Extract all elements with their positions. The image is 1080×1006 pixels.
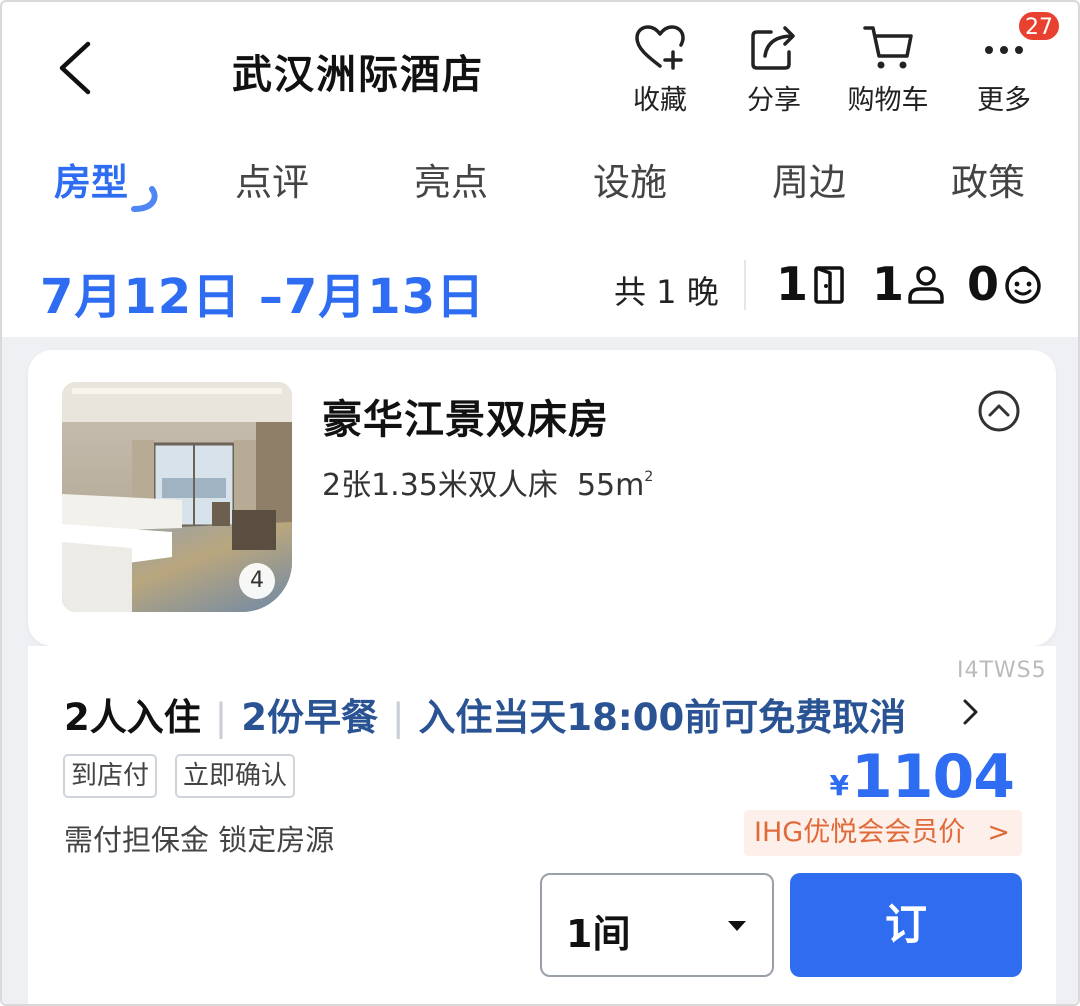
chevron-up-circle-icon xyxy=(978,390,1020,432)
header: 武汉洲际酒店 收藏 分享 购物车 更多 27 xyxy=(2,2,1078,132)
app-frame: 武汉洲际酒店 收藏 分享 购物车 更多 27 房型 点评 亮点 设施 周边 政策… xyxy=(0,0,1080,1006)
room-name: 豪华江景双床房 xyxy=(322,397,609,443)
favorite-label: 收藏 xyxy=(633,85,687,116)
room-area: 55m xyxy=(576,468,645,503)
stay-dates[interactable]: 7月12日 –7月13日 xyxy=(40,257,485,327)
tab-reviews[interactable]: 点评 xyxy=(235,152,309,206)
share-icon xyxy=(751,26,795,70)
tab-nearby[interactable]: 周边 xyxy=(772,152,846,206)
separator: | xyxy=(391,696,405,739)
room-quantity-select[interactable]: 1间 xyxy=(540,873,774,977)
member-price-badge[interactable]: IHG优悦会会员价 > xyxy=(744,810,1022,856)
cart-label: 购物车 xyxy=(847,85,929,116)
tab-policies[interactable]: 政策 xyxy=(951,152,1025,206)
door-icon xyxy=(814,266,844,304)
adult-icon xyxy=(908,266,944,304)
member-price-label: IHG优悦会会员价 xyxy=(754,817,966,848)
bed-info: 2张1.35米双人床 xyxy=(322,468,558,503)
area-unit-superscript: 2 xyxy=(644,469,654,485)
tab-highlights[interactable]: 亮点 xyxy=(414,152,488,206)
chevron-left-icon xyxy=(59,41,91,95)
deposit-note: 需付担保金 锁定房源 xyxy=(64,823,335,857)
separator: | xyxy=(214,696,228,739)
instant-confirm-tag: 立即确认 xyxy=(175,754,296,798)
breakfast-text: 2份早餐 xyxy=(241,696,378,739)
share-label: 分享 xyxy=(747,85,801,116)
collapse-button[interactable] xyxy=(976,388,1022,434)
price-value: 1104 xyxy=(851,742,1015,812)
chevron-right-icon: > xyxy=(987,817,1010,848)
adults-count[interactable]: 1 xyxy=(872,257,904,311)
occupancy-text: 2人入住 xyxy=(64,696,201,739)
nights-count: 共 1 晚 xyxy=(614,273,719,311)
rate-policy[interactable]: 2人入住 | 2份早餐 | 入住当天18:00前可免费取消 xyxy=(64,687,906,741)
child-icon xyxy=(1005,266,1041,304)
share-button[interactable]: 分享 xyxy=(724,24,824,124)
cancellation-text: 入住当天18:00前可免费取消 xyxy=(418,696,907,739)
heart-plus-icon xyxy=(635,25,685,70)
tab-facilities[interactable]: 设施 xyxy=(593,152,667,206)
rate-code: I4TWS5 xyxy=(957,658,1047,683)
quantity-value: 1间 xyxy=(566,912,631,956)
section-tabs: 房型 点评 亮点 设施 周边 政策 xyxy=(2,132,1078,227)
divider xyxy=(744,260,746,310)
chevron-right-icon[interactable] xyxy=(960,697,982,727)
children-count[interactable]: 0 xyxy=(967,257,999,311)
active-tab-indicator xyxy=(131,186,158,212)
cart-icon xyxy=(863,26,913,69)
pay-at-hotel-tag: 到店付 xyxy=(63,754,158,798)
tab-room-types[interactable]: 房型 xyxy=(54,152,128,206)
favorite-button[interactable]: 收藏 xyxy=(610,24,710,124)
hotel-title: 武汉洲际酒店 xyxy=(232,52,484,98)
cart-button[interactable]: 购物车 xyxy=(838,24,938,124)
room-description: 2张1.35米双人床 55m2 xyxy=(322,460,653,504)
caret-down-icon xyxy=(728,921,746,931)
stay-selector: 7月12日 –7月13日 共 1 晚 1 1 0 xyxy=(2,232,1078,337)
more-label: 更多 xyxy=(977,85,1031,116)
book-button[interactable]: 订 xyxy=(790,873,1022,977)
rooms-count[interactable]: 1 xyxy=(776,257,808,311)
currency-symbol: ¥ xyxy=(829,769,849,802)
room-price: ¥1104 xyxy=(829,742,1015,812)
notification-badge: 27 xyxy=(1017,10,1061,42)
photo-count: 4 xyxy=(239,563,275,599)
back-button[interactable] xyxy=(52,38,102,98)
